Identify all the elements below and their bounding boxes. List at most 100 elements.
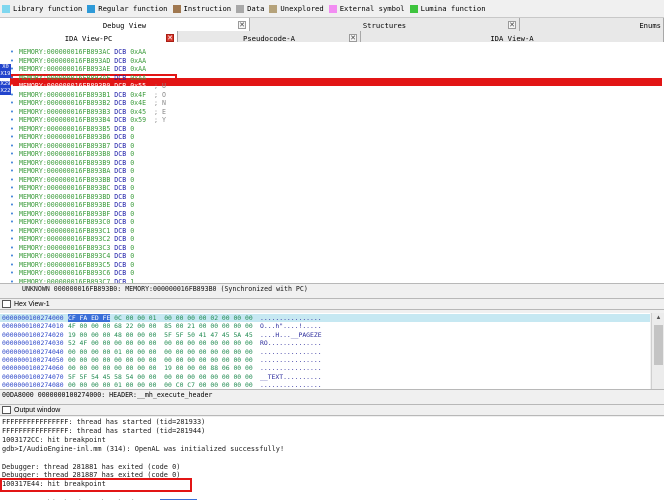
line-marker-icon: • — [10, 133, 14, 141]
line-value: 0xAA — [130, 65, 147, 73]
legend-swatch — [328, 4, 337, 13]
hex-row[interactable]: 0000000100274020 19 00 00 00 48 00 00 00 … — [0, 331, 650, 339]
line-opcode: DCB — [114, 243, 127, 252]
line-opcode: DCB — [114, 209, 127, 218]
close-icon[interactable]: ✕ — [349, 34, 357, 42]
tab-enums[interactable]: Enums — [520, 18, 664, 32]
line-address: MEMORY:000000016FB893BF — [19, 209, 111, 218]
hex-ascii: __TEXT.......... — [260, 372, 322, 381]
disassembly-status: UNKNOWN 000000016FB893B0: MEMORY:0000000… — [0, 283, 664, 295]
disassembly-line[interactable]: • MEMORY:000000016FB893AE DCB 0xAA — [10, 65, 660, 74]
line-value: 0x45 — [130, 107, 147, 116]
hex-row[interactable]: 0000000100274030 52 4F 00 00 00 00 00 00 … — [0, 339, 650, 347]
line-value: 0x4E — [130, 99, 147, 107]
close-icon[interactable]: ✕ — [508, 21, 516, 29]
hex-bytes: 5F 5F 54 45 58 54 00 00 00 00 00 00 00 0… — [68, 372, 253, 381]
hex-ascii: ................ — [260, 347, 322, 356]
line-opcode: DCB — [114, 124, 127, 133]
line-address: MEMORY:000000016FB893B2 — [19, 99, 111, 107]
disassembly-view[interactable]: X0 X19 X29 X22 • MEMORY:000000016FB893AC … — [0, 42, 664, 283]
disassembly-line[interactable]: • MEMORY:000000016FB893C5 DCB 0 — [10, 261, 660, 270]
line-marker-icon: • — [10, 243, 14, 252]
close-icon[interactable]: ✕ — [238, 21, 246, 29]
line-opcode: DCB — [114, 269, 127, 277]
disassembly-line[interactable]: • MEMORY:000000016FB893AC DCB 0xAA — [10, 48, 660, 57]
hex-row[interactable]: 0000000100274050 00 00 00 00 00 00 00 00 … — [0, 356, 650, 364]
disassembly-line[interactable]: • MEMORY:000000016FB893AF DCB 0xAA — [10, 74, 660, 83]
output-line: 1003172CC: hit breakpoint — [2, 435, 106, 444]
disassembly-line[interactable]: • MEMORY:000000016FB893B9 DCB 0 — [10, 159, 660, 168]
line-marker-icon: • — [10, 56, 14, 65]
disassembly-line[interactable]: • MEMORY:000000016FB893BA DCB 0 — [10, 167, 660, 176]
line-address: MEMORY:000000016FB893B8 — [19, 150, 111, 158]
hex-view-title: Hex View-1 — [14, 300, 50, 308]
line-marker-icon: • — [10, 260, 14, 269]
disassembly-line[interactable]: • MEMORY:000000016FB893C2 DCB 0 — [10, 235, 660, 244]
line-marker-icon: • — [10, 175, 14, 184]
disassembly-line[interactable]: • MEMORY:000000016FB893BF DCB 0 — [10, 210, 660, 219]
tab-debug-view[interactable]: Debug View ✕ — [0, 18, 250, 32]
line-address: MEMORY:000000016FB893C0 — [19, 218, 111, 226]
disassembly-line[interactable]: • MEMORY:000000016FB893B5 DCB 0 — [10, 125, 660, 134]
line-opcode: DCB — [114, 141, 127, 150]
top-tab-strip: Debug View ✕ Structures ✕ Enums — [0, 18, 664, 32]
line-address: MEMORY:000000016FB893B0 — [19, 82, 111, 90]
hex-row[interactable]: 0000000100274080 00 00 00 00 01 00 00 00 … — [0, 381, 650, 389]
scroll-thumb[interactable] — [654, 325, 663, 365]
close-icon[interactable]: ✕ — [166, 34, 174, 42]
hex-row[interactable]: 0000000100274000 CF FA ED FE 0C 00 00 01 … — [0, 314, 650, 323]
line-address: MEMORY:000000016FB893B1 — [19, 90, 111, 99]
legend-item: Unexplored — [269, 4, 324, 13]
scroll-up-icon[interactable]: ▲ — [652, 313, 664, 323]
disassembly-line[interactable]: • MEMORY:000000016FB893C0 DCB 0 — [10, 218, 660, 227]
line-address: MEMORY:000000016FB893B4 — [19, 116, 111, 124]
line-value: 0 — [130, 269, 135, 277]
tab-structures[interactable]: Structures ✕ — [250, 18, 520, 32]
legend-label: Instruction — [183, 4, 232, 13]
line-value: 0 — [130, 209, 135, 218]
line-opcode: DCB — [114, 192, 127, 201]
hex-address: 0000000100274020 — [2, 330, 64, 339]
disassembly-line[interactable]: • MEMORY:000000016FB893B3 DCB 0x45 ; E — [10, 108, 660, 117]
disassembly-line[interactable]: • MEMORY:000000016FB893B2 DCB 0x4E ; N — [10, 99, 660, 108]
disassembly-line[interactable]: • MEMORY:000000016FB893C3 DCB 0 — [10, 244, 660, 253]
line-address: MEMORY:000000016FB893C1 — [19, 226, 111, 235]
line-address: MEMORY:000000016FB893B5 — [19, 124, 111, 133]
hex-view[interactable]: 0000000100274000 CF FA ED FE 0C 00 00 01 … — [0, 313, 650, 389]
disassembly-line[interactable]: • MEMORY:000000016FB893B8 DCB 0 — [10, 150, 660, 159]
line-opcode: DCB — [114, 107, 127, 116]
line-value: 0x55 — [130, 82, 147, 90]
disassembly-line[interactable]: • MEMORY:000000016FB893B6 DCB 0 — [10, 133, 660, 142]
line-marker-icon: • — [10, 269, 14, 277]
line-marker-icon: • — [10, 124, 14, 133]
disassembly-line[interactable]: • MEMORY:000000016FB893AD DCB 0xAA — [10, 57, 660, 66]
hex-selection: CF FA ED FE — [68, 314, 111, 322]
hex-address: 0000000100274050 — [2, 356, 64, 364]
hex-row[interactable]: 0000000100274040 00 00 00 00 01 00 00 00 … — [0, 348, 650, 356]
hex-address: 0000000100274030 — [2, 339, 64, 348]
disassembly-line[interactable]: • MEMORY:000000016FB893B4 DCB 0x59 ; Y — [10, 116, 660, 125]
output-line: Debugger: thread 281881 has exited (code… — [2, 462, 181, 471]
legend-item: Lumina function — [409, 4, 486, 13]
hex-row[interactable]: 0000000100274010 4F 00 00 00 68 22 00 00 … — [0, 322, 650, 330]
disassembly-line[interactable]: • MEMORY:000000016FB893BD DCB 0 — [10, 193, 660, 202]
line-marker-icon: • — [10, 99, 14, 107]
disassembly-line[interactable]: • MEMORY:000000016FB893B0 DCB 0x55 ; U — [10, 82, 660, 91]
line-opcode: DCB — [114, 116, 127, 124]
line-opcode: DCB — [114, 175, 127, 184]
legend-label: External symbol — [339, 4, 405, 13]
disassembly-line[interactable]: • MEMORY:000000016FB893C6 DCB 0 — [10, 269, 660, 278]
hex-bytes: 00 00 00 00 00 00 00 00 00 00 00 00 00 0… — [68, 356, 253, 364]
line-address: MEMORY:000000016FB893BD — [19, 192, 111, 201]
disassembly-line[interactable]: • MEMORY:000000016FB893BE DCB 0 — [10, 201, 660, 210]
disassembly-line[interactable]: • MEMORY:000000016FB893B7 DCB 0 — [10, 142, 660, 151]
hex-scrollbar[interactable]: ▲ — [651, 313, 664, 389]
hex-row[interactable]: 0000000100274060 00 00 00 00 00 00 00 00 … — [0, 364, 650, 372]
hex-row[interactable]: 0000000100274070 5F 5F 54 45 58 54 00 00 … — [0, 373, 650, 381]
disassembly-line[interactable]: • MEMORY:000000016FB893B1 DCB 0x4F ; O — [10, 91, 660, 100]
legend-item: Library function — [2, 4, 82, 13]
disassembly-line[interactable]: • MEMORY:000000016FB893BB DCB 0 — [10, 176, 660, 185]
disassembly-line[interactable]: • MEMORY:000000016FB893C1 DCB 0 — [10, 227, 660, 236]
disassembly-line[interactable]: • MEMORY:000000016FB893BC DCB 0 — [10, 184, 660, 193]
disassembly-line[interactable]: • MEMORY:000000016FB893C4 DCB 0 — [10, 252, 660, 261]
